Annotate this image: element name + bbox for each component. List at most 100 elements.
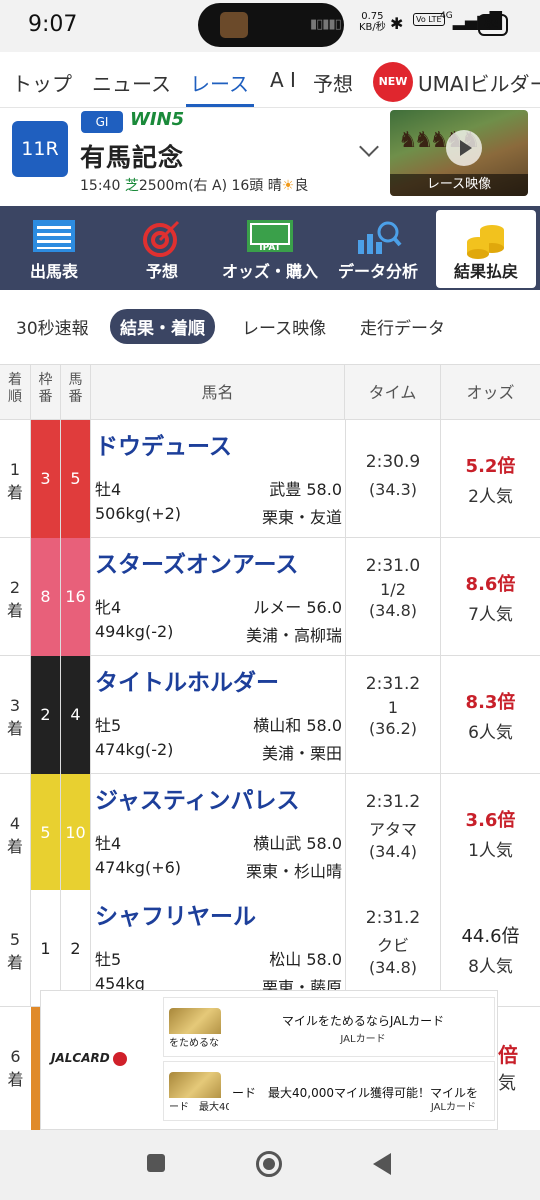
audio-wave-icon: ▮▯▮▮▯ [310,17,342,32]
ad-title-1: マイルをためるならJALカード [281,1014,445,1028]
odds-partial: 倍 [498,1043,518,1067]
network-speed: 0.75 KB/秒 [359,11,386,33]
chevron-down-icon[interactable] [359,137,379,157]
odds-cell: 8.3倍 6人気 [465,692,516,743]
dynamic-island: ▮▯▮▮▯ [198,3,344,47]
clock: 9:07 [28,12,78,37]
rank-cell: 2着 [0,538,31,656]
rank-cell: 3着 [0,656,31,774]
odds-cell: 5.2倍 2人気 [465,456,516,507]
media-thumbnail [220,12,248,38]
tool-yoso[interactable]: 予想 [108,206,216,290]
rank-cell: 4着 [0,774,31,892]
jockey[interactable]: 武豊 58.0 [269,476,342,500]
horse-weight: 494kg(-2) [95,622,174,641]
subtab-race-video[interactable]: レース映像 [242,314,326,339]
horse-name-link[interactable]: スターズオンアース [95,545,298,579]
coins-icon [467,225,504,259]
horse-name-link[interactable]: シャフリヤール [95,897,256,931]
tool-data-analysis[interactable]: データ分析 [324,206,432,290]
tool-results-payout[interactable]: 結果払戻 [436,210,536,288]
battery-icon: 84 [478,14,508,36]
header-odds: オッズ [466,383,515,402]
status-bar: 9:07 ▮▯▮▮▯ 0.75 KB/秒 ✱ Vo LTE 4G▂▄▆█ 84 [0,0,540,52]
ad-sub-2: JALカード [430,1102,476,1113]
sunny-icon: ☀ [281,178,295,194]
sex-age: 牡5 [95,716,122,735]
nav-yoso[interactable]: 予想 [313,68,353,97]
race-toolbar: 出馬表 予想 IPAT オッズ・購入 データ分析 結果払戻 [0,206,540,290]
play-icon[interactable] [446,130,482,166]
tool-entry-table[interactable]: 出馬表 [0,206,108,290]
nav-top[interactable]: トップ [12,68,72,97]
trainer[interactable]: 栗東・友道 [262,504,342,528]
jockey[interactable]: ルメー 56.0 [253,594,342,618]
horse-name-link[interactable]: ドウデュース [95,427,232,461]
entry-table-icon [33,220,75,252]
horse-weight: 506kg(+2) [95,504,182,523]
nav-news[interactable]: ニュース [92,68,171,97]
trainer[interactable]: 美浦・高柳瑞 [246,622,342,646]
time-cell: 2:31.0 1/2 (34.8) [345,538,441,656]
sex-age: 牡4 [95,834,122,853]
table-row[interactable]: 4着 5 10 ジャスティンパレス 牡4 横山武 58.0 474kg(+6) … [0,774,540,892]
odds-cell: 3.6倍 1人気 [465,810,516,861]
sex-age: 牡4 [95,480,122,499]
race-info: 15:40 芝2500m(右 A) 16頭 晴☀良 [80,178,309,194]
race-video-thumbnail[interactable]: ♞♞♞♞♞ レース映像 [390,110,528,196]
subtab-running-data[interactable]: 走行データ [360,314,445,339]
jockey[interactable]: 横山武 58.0 [253,830,342,854]
ipat-icon: IPAT [247,220,293,253]
home-icon[interactable] [256,1151,282,1177]
uma-cell: 4 [61,656,91,774]
rank-cell: 1着 [0,420,31,538]
time-cell: 2:30.9 (34.3) [345,420,441,538]
table-row[interactable]: 1着 3 5 ドウデュース 牡4 武豊 58.0 506kg(+2) 栗東・友道… [0,420,540,538]
nav-ai[interactable]: A I [270,68,296,92]
trainer[interactable]: 美浦・栗田 [262,740,342,764]
tool-odds-purchase[interactable]: IPAT オッズ・購入 [216,206,324,290]
uma-cell: 5 [61,420,91,538]
horse-weight: 474kg(+6) [95,858,182,877]
rank-cell: 6着 [7,1047,24,1089]
race-number[interactable]: 11R [12,121,68,177]
jockey[interactable]: 横山和 58.0 [253,712,342,736]
top-nav: トップ ニュース レース A I 予想 NEW UMAIビルダー [0,52,540,108]
rank-cell: 5着 [0,890,31,1008]
header-waku: 枠番 [31,365,61,421]
horse-name-link[interactable]: ジャスティンパレス [95,781,299,815]
time-cell: 2:31.2 アタマ (34.4) [345,774,441,892]
header-uma: 馬番 [61,365,91,421]
recents-icon[interactable] [147,1154,165,1172]
jal-card-logo: JALCARD [51,1051,127,1066]
table-row[interactable]: 3着 2 4 タイトルホルダー 牡5 横山和 58.0 474kg(-2) 美浦… [0,656,540,774]
ad-sub-1: JALカード [340,1034,386,1045]
trainer[interactable]: 栗東・杉山晴 [246,858,342,882]
nav-umai-builder[interactable]: UMAIビルダー [418,68,540,97]
odds-cell: 8.6倍 7人気 [465,574,516,625]
ad-card-1[interactable]: をためるな マイルをためるならJALカード JALカード [163,997,495,1057]
jockey[interactable]: 松山 58.0 [269,946,342,970]
waku-cell: 8 [31,538,61,656]
waku-cell [31,1007,40,1131]
new-badge: NEW [373,62,413,102]
win5-badge: WIN5 [130,109,185,130]
table-row[interactable]: 2着 8 16 スターズオンアース 牝4 ルメー 56.0 494kg(-2) … [0,538,540,656]
time-cell: 2:31.2 1 (36.2) [345,656,441,774]
back-icon[interactable] [373,1153,391,1175]
system-nav-bar [0,1130,540,1200]
subtab-results[interactable]: 結果・着順 [110,309,215,344]
race-video-label: レース映像 [390,174,528,196]
target-icon [143,220,180,257]
header-horse-name: 馬名 [91,365,345,421]
horse-name-link[interactable]: タイトルホルダー [95,663,279,697]
jal-card-ad[interactable]: JALCARD をためるな マイルをためるならJALカード JALカード ード … [40,990,498,1130]
subtab-30sec[interactable]: 30秒速報 [16,314,89,339]
grade-badge: GI [81,111,123,133]
uma-cell: 16 [61,538,91,656]
nav-race[interactable]: レース [190,68,249,97]
race-name: 有馬記念 [80,143,185,172]
jal-crane-icon [112,1051,127,1066]
ad-card-2[interactable]: ード 最大40 ード 最大40,000マイル獲得可能！マイルを JALカード [163,1061,495,1121]
header-rank: 着順 [0,365,31,421]
